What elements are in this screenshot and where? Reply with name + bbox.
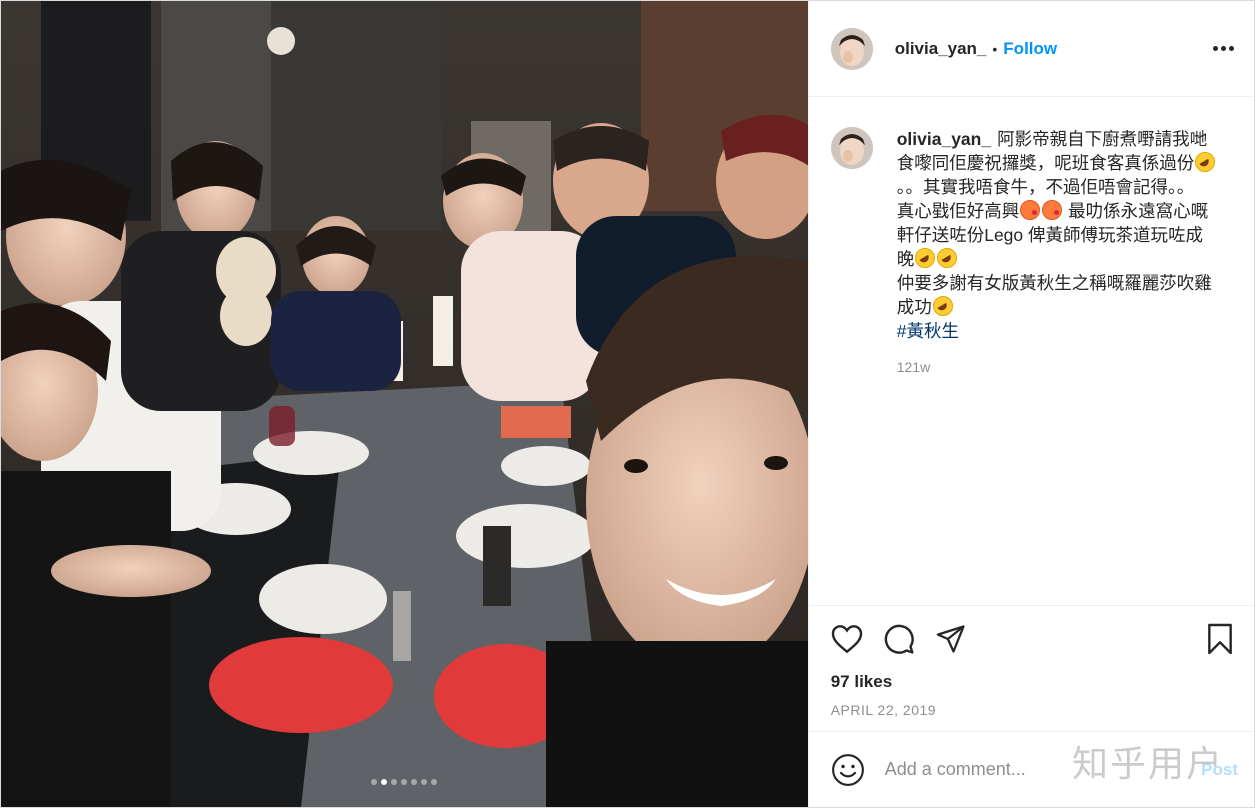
caption-line-3: 真心戥佢好高興 [896,201,1020,221]
kiss-emoji-icon [1042,200,1063,220]
carousel-dot [391,779,398,785]
carousel-dot [381,779,388,785]
carousel-dot [411,779,418,785]
author-username[interactable]: olivia_yan_ [895,39,987,59]
dinner-selfie-photo [1,1,808,807]
carousel-dot [371,779,378,785]
comment-timestamp[interactable]: 121w [897,359,1217,375]
post-photo[interactable] [1,1,808,807]
add-comment-bar: Post 知乎用户 [808,731,1254,807]
carousel-indicator [1,779,808,785]
follow-button[interactable]: Follow [1003,39,1057,59]
carousel-dot [431,779,438,785]
rofl-emoji-icon [937,248,958,268]
post-actions: 97 likes APRIL 22, 2019 [808,605,1254,718]
hashtag-link[interactable]: #黃秋生 [897,321,959,341]
post-side-panel: olivia_yan_ • Follow olivia_yan_ 阿影帝親自下廚煮… [807,1,1254,807]
author-avatar[interactable] [830,27,873,70]
carousel-dot [421,779,428,785]
smiley-icon[interactable] [831,753,865,787]
carousel-dot [401,779,408,785]
header-separator: • [992,40,998,57]
caption-avatar[interactable] [830,127,873,169]
caption-username[interactable]: olivia_yan_ [897,129,991,149]
post-header: olivia_yan_ • Follow [808,1,1254,97]
heart-icon[interactable] [831,624,863,654]
paper-plane-icon[interactable] [935,624,967,654]
rofl-emoji-icon [915,248,936,268]
more-options-icon[interactable] [1213,46,1234,51]
rofl-emoji-icon [932,296,953,316]
comment-icon[interactable] [883,623,915,655]
caption-text: olivia_yan_ 阿影帝親自下廚煮嘢請我哋食嚟同佢慶祝攞獎，呢班食客真係過份… [897,127,1217,343]
caption-line-2: 。。其實我唔食牛，不過佢唔會記得。。 [896,177,1195,197]
kiss-emoji-icon [1020,200,1041,220]
caption-comment: olivia_yan_ 阿影帝親自下廚煮嘢請我哋食嚟同佢慶祝攞獎，呢班食客真係過份… [809,97,1254,375]
post-date: APRIL 22, 2019 [830,702,937,718]
likes-count[interactable]: 97 likes [809,672,1254,692]
action-icons [809,606,1254,672]
rofl-emoji-icon [1195,152,1216,172]
instagram-post: olivia_yan_ • Follow olivia_yan_ 阿影帝親自下廚煮… [0,0,1255,808]
bookmark-icon[interactable] [1206,623,1234,655]
comment-input[interactable] [884,759,1185,780]
post-comment-button[interactable]: Post [1201,760,1238,780]
